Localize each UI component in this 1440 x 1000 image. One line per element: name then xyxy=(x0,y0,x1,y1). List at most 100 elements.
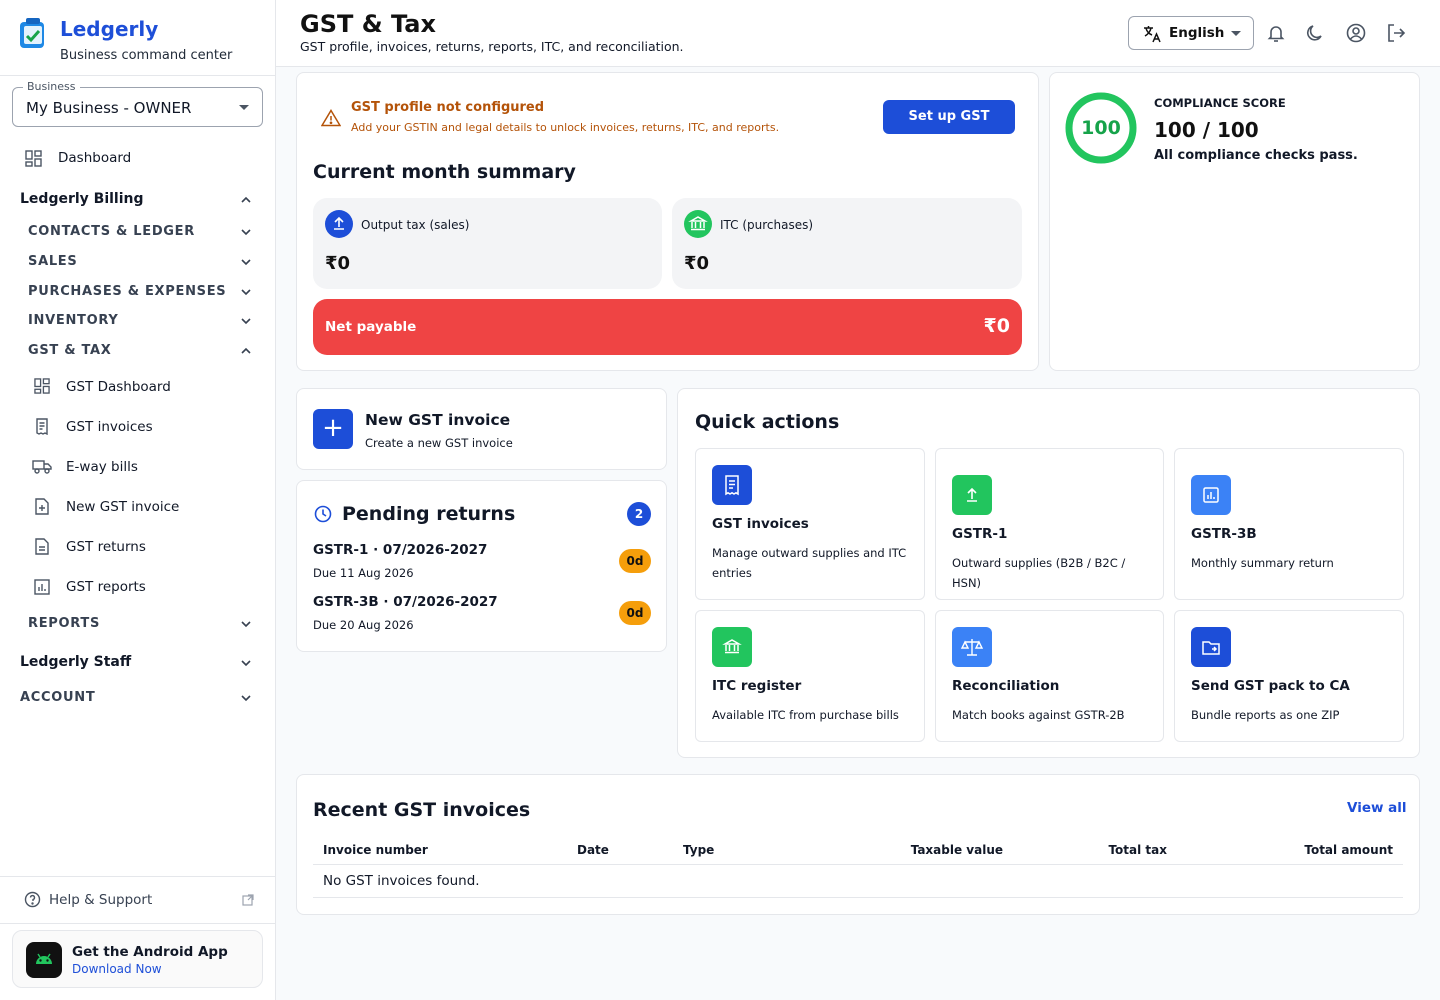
column-header[interactable]: Type xyxy=(683,843,714,857)
sidebar-section-sales[interactable]: SALES xyxy=(0,253,276,271)
sidebar-item-label: GST invoices xyxy=(66,419,153,435)
android-app-title: Get the Android App xyxy=(72,944,228,960)
column-header[interactable]: Taxable value xyxy=(911,843,1003,857)
sidebar-item-eway-bills[interactable]: E-way bills xyxy=(0,455,276,479)
receipt-icon xyxy=(36,418,48,435)
sidebar-item-dashboard[interactable]: Dashboard xyxy=(0,146,276,170)
sidebar-section-label: GST & TAX xyxy=(28,343,112,358)
output-tax-label: Output tax (sales) xyxy=(361,218,470,232)
sidebar-section-label: REPORTS xyxy=(28,616,101,631)
sidebar-section-reports[interactable]: REPORTS xyxy=(0,615,276,633)
business-select-label: Business xyxy=(23,80,80,93)
table-divider xyxy=(313,864,1403,865)
new-gst-invoice-card[interactable]: + New GST invoice Create a new GST invoi… xyxy=(296,388,667,470)
compliance-score-label: COMPLIANCE SCORE xyxy=(1154,96,1286,110)
quick-action-itc-register[interactable]: ITC register Available ITC from purchase… xyxy=(695,610,925,742)
return-due-date: Due 20 Aug 2026 xyxy=(313,618,414,632)
recent-invoices-title: Recent GST invoices xyxy=(313,799,531,821)
pending-return-item[interactable]: GSTR-3B · 07/2026-2027 Due 20 Aug 2026 0… xyxy=(297,591,668,637)
compliance-score-message: All compliance checks pass. xyxy=(1154,148,1358,163)
net-payable-bar: Net payable ₹0 xyxy=(313,299,1022,355)
sidebar-section-gst-tax[interactable]: GST & TAX xyxy=(0,342,276,360)
compliance-score-card: 100 COMPLIANCE SCORE 100 / 100 All compl… xyxy=(1049,72,1420,371)
brand-name: Ledgerly xyxy=(60,17,159,41)
setup-gst-profile-button[interactable]: Set up GST profile xyxy=(883,100,1015,158)
dark-mode-icon[interactable] xyxy=(1306,23,1326,43)
itc-value: ₹0 xyxy=(684,253,710,274)
upload-icon xyxy=(952,475,992,515)
new-invoice-subtitle: Create a new GST invoice xyxy=(365,436,513,450)
language-select[interactable]: English xyxy=(1128,16,1254,50)
sidebar-item-gst-returns[interactable]: GST returns xyxy=(0,535,276,559)
column-header[interactable]: Invoice number xyxy=(323,843,428,857)
external-link-icon xyxy=(242,893,254,906)
help-support-link[interactable]: Help & Support xyxy=(24,891,254,908)
sidebar-group-label: Ledgerly Staff xyxy=(20,654,132,670)
quick-action-subtitle: Manage outward supplies and ITC entries xyxy=(712,546,907,580)
bell-icon[interactable] xyxy=(1266,23,1286,43)
sidebar-item-label: GST Dashboard xyxy=(66,379,171,395)
sidebar-divider xyxy=(0,923,275,924)
pending-return-item[interactable]: GSTR-1 · 07/2026-2027 Due 11 Aug 2026 0d xyxy=(297,539,668,585)
new-invoice-title: New GST invoice xyxy=(365,411,511,429)
sidebar-item-label: E-way bills xyxy=(66,459,138,475)
days-left-badge: 0d xyxy=(619,549,651,573)
quick-action-subtitle: Bundle reports as one ZIP xyxy=(1191,708,1340,722)
chevron-down-icon xyxy=(241,289,251,296)
android-app-card[interactable]: Get the Android App Download Now xyxy=(12,930,263,988)
sidebar-item-new-gst-invoice[interactable]: New GST invoice xyxy=(0,495,276,519)
return-due-date: Due 11 Aug 2026 xyxy=(313,566,414,580)
sidebar-section-account[interactable]: ACCOUNT xyxy=(0,689,276,707)
column-header[interactable]: Total amount xyxy=(1304,843,1393,857)
account-circle-icon[interactable] xyxy=(1346,23,1366,43)
warning-icon xyxy=(321,109,341,127)
sidebar-item-label: Dashboard xyxy=(58,150,132,166)
quick-action-reconciliation[interactable]: Reconciliation Match books against GSTR-… xyxy=(935,610,1164,742)
dashboard-grid-icon xyxy=(34,378,50,394)
ledgerly-logo-icon xyxy=(20,18,44,48)
quick-action-gst-invoices[interactable]: GST invoices Manage outward supplies and… xyxy=(695,448,925,600)
quick-action-title: GST invoices xyxy=(712,516,809,532)
sidebar-section-label: INVENTORY xyxy=(28,313,119,328)
column-header[interactable]: Total tax xyxy=(1108,843,1167,857)
chevron-down-icon xyxy=(241,695,251,702)
sidebar-section-purchases[interactable]: PURCHASES & EXPENSES xyxy=(0,283,276,301)
business-select[interactable]: Business My Business - OWNER xyxy=(12,80,263,127)
folder-share-icon xyxy=(1191,627,1231,667)
chevron-down-icon xyxy=(241,318,251,325)
quick-action-gstr1[interactable]: GSTR-1 Outward supplies (B2B / B2C / HSN… xyxy=(935,448,1164,600)
upload-icon xyxy=(325,210,353,238)
empty-table-message: No GST invoices found. xyxy=(323,873,480,889)
dashboard-grid-icon xyxy=(25,150,42,167)
file-plus-icon xyxy=(35,498,49,515)
sidebar-group-staff[interactable]: Ledgerly Staff xyxy=(0,653,276,673)
top-header: GST & Tax GST profile, invoices, returns… xyxy=(276,0,1440,67)
output-tax-tile: Output tax (sales) ₹0 xyxy=(313,198,662,289)
sidebar-group-billing[interactable]: Ledgerly Billing xyxy=(0,190,276,210)
sidebar-section-inventory[interactable]: INVENTORY xyxy=(0,312,276,330)
column-header[interactable]: Date xyxy=(577,843,609,857)
sidebar-item-gst-invoices[interactable]: GST invoices xyxy=(0,415,276,439)
plus-icon: + xyxy=(313,409,353,449)
android-download-link[interactable]: Download Now xyxy=(72,962,162,976)
pending-returns-title: Pending returns xyxy=(342,503,516,525)
view-all-link[interactable]: View all xyxy=(1347,800,1407,816)
help-support-label: Help & Support xyxy=(49,891,153,908)
table-divider xyxy=(313,897,1403,898)
logout-icon[interactable] xyxy=(1386,23,1406,43)
sidebar-item-gst-dashboard[interactable]: GST Dashboard xyxy=(0,375,276,399)
sidebar-section-contacts[interactable]: CONTACTS & LEDGER xyxy=(0,223,276,241)
net-payable-label: Net payable xyxy=(325,319,417,335)
gst-summary-card: GST profile not configured Add your GSTI… xyxy=(296,72,1039,371)
quick-action-send-ca[interactable]: Send GST pack to CA Bundle reports as on… xyxy=(1174,610,1404,742)
clock-icon xyxy=(314,505,332,523)
sidebar-item-label: GST returns xyxy=(66,539,146,555)
sidebar-item-gst-reports[interactable]: GST reports xyxy=(0,575,276,599)
quick-action-title: Send GST pack to CA xyxy=(1191,678,1350,694)
android-icon xyxy=(26,942,62,978)
quick-action-subtitle: Monthly summary return xyxy=(1191,556,1334,570)
brand[interactable]: Ledgerly Business command center xyxy=(18,18,232,63)
summary-title: Current month summary xyxy=(313,161,576,183)
days-left-badge: 0d xyxy=(619,601,651,625)
quick-action-gstr3b[interactable]: GSTR-3B Monthly summary return xyxy=(1174,448,1404,600)
